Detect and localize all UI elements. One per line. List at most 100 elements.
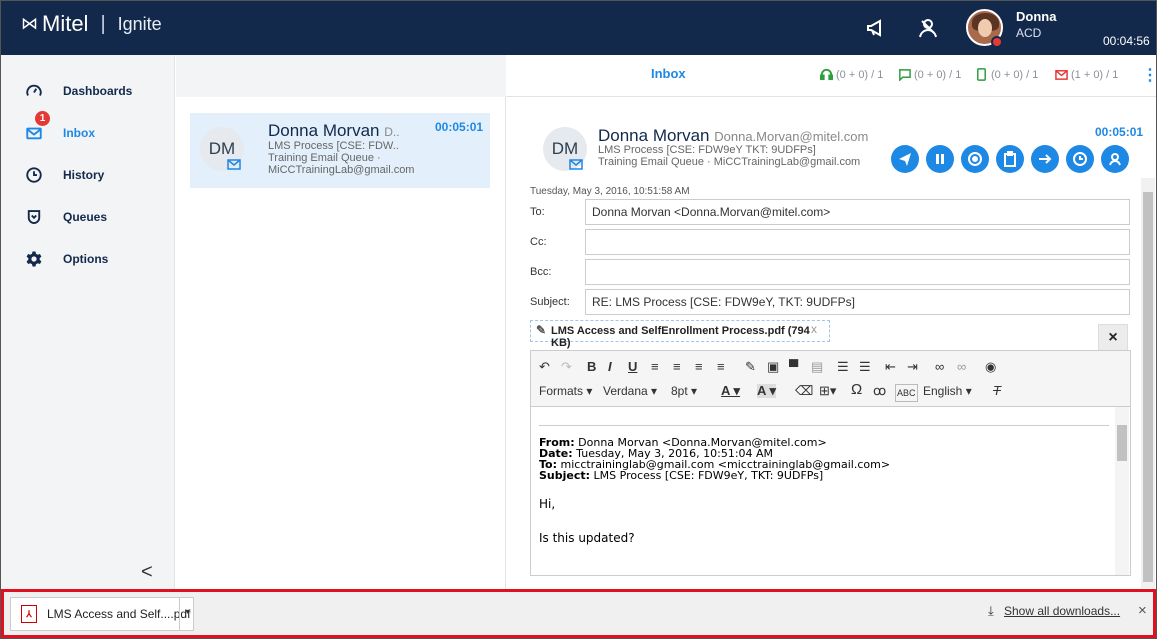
bcc-field[interactable] bbox=[585, 259, 1130, 285]
cc-label: Cc: bbox=[530, 236, 547, 248]
contacts-icon[interactable] bbox=[916, 16, 940, 40]
align-center-icon[interactable]: ≡ bbox=[673, 360, 681, 374]
template-icon[interactable]: ▤ bbox=[811, 360, 823, 374]
font-size-dropdown[interactable]: 8pt ▾ bbox=[671, 384, 697, 398]
conversation-card[interactable]: DM Donna Morvan D.. 00:05:01 LMS Process… bbox=[190, 113, 490, 188]
align-right-icon[interactable]: ≡ bbox=[695, 360, 703, 374]
subject-field[interactable]: RE: LMS Process [CSE: FDW9eY, TKT: 9UDFP… bbox=[585, 289, 1130, 315]
download-bar: ⅄ LMS Access and Self....pdf ▾ ⤓ Show al… bbox=[1, 589, 1156, 638]
list-header bbox=[176, 55, 506, 97]
cc-row: Cc: bbox=[530, 229, 1136, 255]
envelope-icon bbox=[1055, 70, 1068, 80]
download-item[interactable]: ⅄ LMS Access and Self....pdf ▾ bbox=[10, 597, 194, 631]
sidebar-item-inbox[interactable]: 1 Inbox bbox=[1, 111, 175, 151]
pause-icon bbox=[936, 154, 944, 164]
sidebar-item-history[interactable]: History bbox=[1, 157, 175, 193]
unlink-icon[interactable]: ∞ bbox=[957, 360, 966, 374]
headset-icon bbox=[820, 68, 833, 81]
special-char-icon[interactable]: Ω bbox=[851, 382, 862, 397]
pause-button[interactable] bbox=[926, 145, 954, 173]
sidebar-item-dashboards[interactable]: Dashboards bbox=[1, 73, 175, 109]
chat-counter[interactable]: (0 + 0) / 1 bbox=[898, 68, 961, 81]
close-attachments-button[interactable]: × bbox=[1098, 324, 1128, 352]
bullet-list-icon[interactable]: ☰ bbox=[837, 360, 849, 374]
language-dropdown[interactable]: English ▾ bbox=[923, 384, 972, 398]
voice-counter[interactable]: (0 + 0) / 1 bbox=[820, 68, 883, 81]
send-icon bbox=[899, 153, 911, 166]
more-options-icon[interactable]: ⋮ bbox=[1142, 65, 1156, 85]
outdent-icon[interactable]: ⇤ bbox=[885, 360, 896, 374]
pane-header: Inbox (0 + 0) / 1 (0 + 0) / 1 (0 + 0) / … bbox=[506, 55, 1156, 97]
undo-icon[interactable]: ↶ bbox=[539, 360, 550, 374]
paperclip-icon: ✎ bbox=[536, 323, 547, 337]
cc-field[interactable] bbox=[585, 229, 1130, 255]
spellcheck-icon[interactable]: ABC bbox=[895, 384, 918, 402]
paperclip-icon[interactable]: ✎ bbox=[745, 360, 756, 374]
formats-dropdown[interactable]: Formats ▾ bbox=[539, 384, 592, 398]
pane-title: Inbox bbox=[651, 66, 686, 81]
align-left-icon[interactable]: ≡ bbox=[651, 360, 659, 374]
email-timer: 00:05:01 bbox=[1095, 125, 1144, 139]
image-icon[interactable]: ▣ bbox=[767, 360, 779, 374]
clear-formatting-icon[interactable]: T bbox=[993, 384, 1001, 398]
mail-icon bbox=[26, 127, 42, 140]
redo-icon[interactable]: ↷ bbox=[561, 360, 572, 374]
editor-toolbar: ↶ ↷ B I U ≡ ≡ ≡ ≡ ✎ ▣ ▀ ▤ ☰ ☰ ⇤ ⇥ ∞ ∞ ◉ bbox=[531, 351, 1130, 407]
subject-row: Subject: RE: LMS Process [CSE: FDW9eY, T… bbox=[530, 289, 1136, 315]
gauge-icon bbox=[26, 84, 42, 96]
editor-body[interactable]: From: Donna Morvan <Donna.Morvan@mitel.c… bbox=[531, 407, 1130, 575]
attachment-chip[interactable]: ✎ LMS Access and SelfEnrollment Process.… bbox=[530, 320, 830, 349]
text-color-icon[interactable]: A ▾ bbox=[721, 384, 740, 398]
indent-icon[interactable]: ⇥ bbox=[907, 360, 918, 374]
paint-icon[interactable]: ▀ bbox=[789, 360, 798, 374]
to-row: To: Donna Morvan <Donna.Morvan@mitel.com… bbox=[530, 199, 1136, 225]
send-button[interactable] bbox=[891, 145, 919, 173]
bold-icon[interactable]: B bbox=[587, 360, 596, 374]
megaphone-icon[interactable] bbox=[864, 16, 888, 40]
user-state: ACD bbox=[1016, 26, 1042, 40]
record-button[interactable] bbox=[961, 145, 989, 173]
sidebar-item-options[interactable]: Options bbox=[1, 241, 175, 277]
assign-button[interactable] bbox=[1101, 145, 1129, 173]
pdf-icon: ⅄ bbox=[21, 605, 37, 623]
gear-icon bbox=[26, 251, 42, 267]
transfer-button[interactable] bbox=[1031, 145, 1059, 173]
underline-icon[interactable]: U bbox=[628, 360, 637, 374]
target-icon bbox=[968, 152, 982, 166]
arrow-right-icon bbox=[1039, 154, 1052, 164]
email-counter[interactable]: (1 + 0) / 1 bbox=[1055, 68, 1118, 81]
italic-icon[interactable]: I bbox=[608, 360, 612, 374]
sms-counter[interactable]: (0 + 0) / 1 bbox=[975, 68, 1038, 81]
link-icon[interactable]: ∞ bbox=[935, 360, 944, 374]
highlight-color-icon[interactable]: A ▾ bbox=[757, 384, 777, 398]
remove-attachment-button[interactable]: x bbox=[811, 322, 817, 336]
email-subject-line: LMS Process [CSE: FDW9eY TKT: 9UDFPs] bbox=[598, 144, 816, 156]
close-icon[interactable]: × bbox=[1138, 602, 1147, 619]
pane-scrollbar[interactable] bbox=[1141, 178, 1155, 588]
schedule-button[interactable] bbox=[1066, 145, 1094, 173]
mobile-icon bbox=[977, 68, 986, 81]
collapse-sidebar-button[interactable]: < bbox=[141, 561, 153, 584]
state-timer: 00:04:56 bbox=[1103, 34, 1150, 48]
presence-indicator bbox=[991, 36, 1003, 48]
chevron-down-icon[interactable]: ▾ bbox=[179, 598, 195, 630]
top-header: ⋈ Mitel | Ignite Donna ACD 00:04:56 bbox=[1, 1, 1156, 55]
find-icon[interactable]: ꝏ bbox=[873, 384, 886, 398]
subject-label: Subject: bbox=[530, 296, 570, 308]
table-icon[interactable]: ⊞▾ bbox=[819, 384, 836, 398]
numbered-list-icon[interactable]: ☰ bbox=[859, 360, 871, 374]
eraser-icon[interactable]: ⌫ bbox=[795, 384, 813, 398]
preview-eye-icon[interactable]: ◉ bbox=[985, 360, 996, 374]
sidebar-item-queues[interactable]: Queues bbox=[1, 199, 175, 235]
justify-icon[interactable]: ≡ bbox=[717, 360, 725, 374]
editor-scrollbar[interactable] bbox=[1115, 407, 1129, 575]
font-family-dropdown[interactable]: Verdana ▾ bbox=[603, 384, 657, 398]
notes-button[interactable] bbox=[996, 145, 1024, 173]
show-all-downloads-link[interactable]: Show all downloads... bbox=[1004, 604, 1120, 618]
rich-text-editor: ↶ ↷ B I U ≡ ≡ ≡ ≡ ✎ ▣ ▀ ▤ ☰ ☰ ⇤ ⇥ ∞ ∞ ◉ bbox=[530, 350, 1131, 576]
sender-name: Donna Morvan Donna.Morvan@mitel.com bbox=[598, 126, 869, 145]
to-label: To: bbox=[530, 206, 545, 218]
contact-name: Donna Morvan D.. bbox=[268, 121, 400, 140]
user-name: Donna bbox=[1016, 9, 1057, 24]
to-field[interactable]: Donna Morvan <Donna.Morvan@mitel.com> bbox=[585, 199, 1130, 225]
